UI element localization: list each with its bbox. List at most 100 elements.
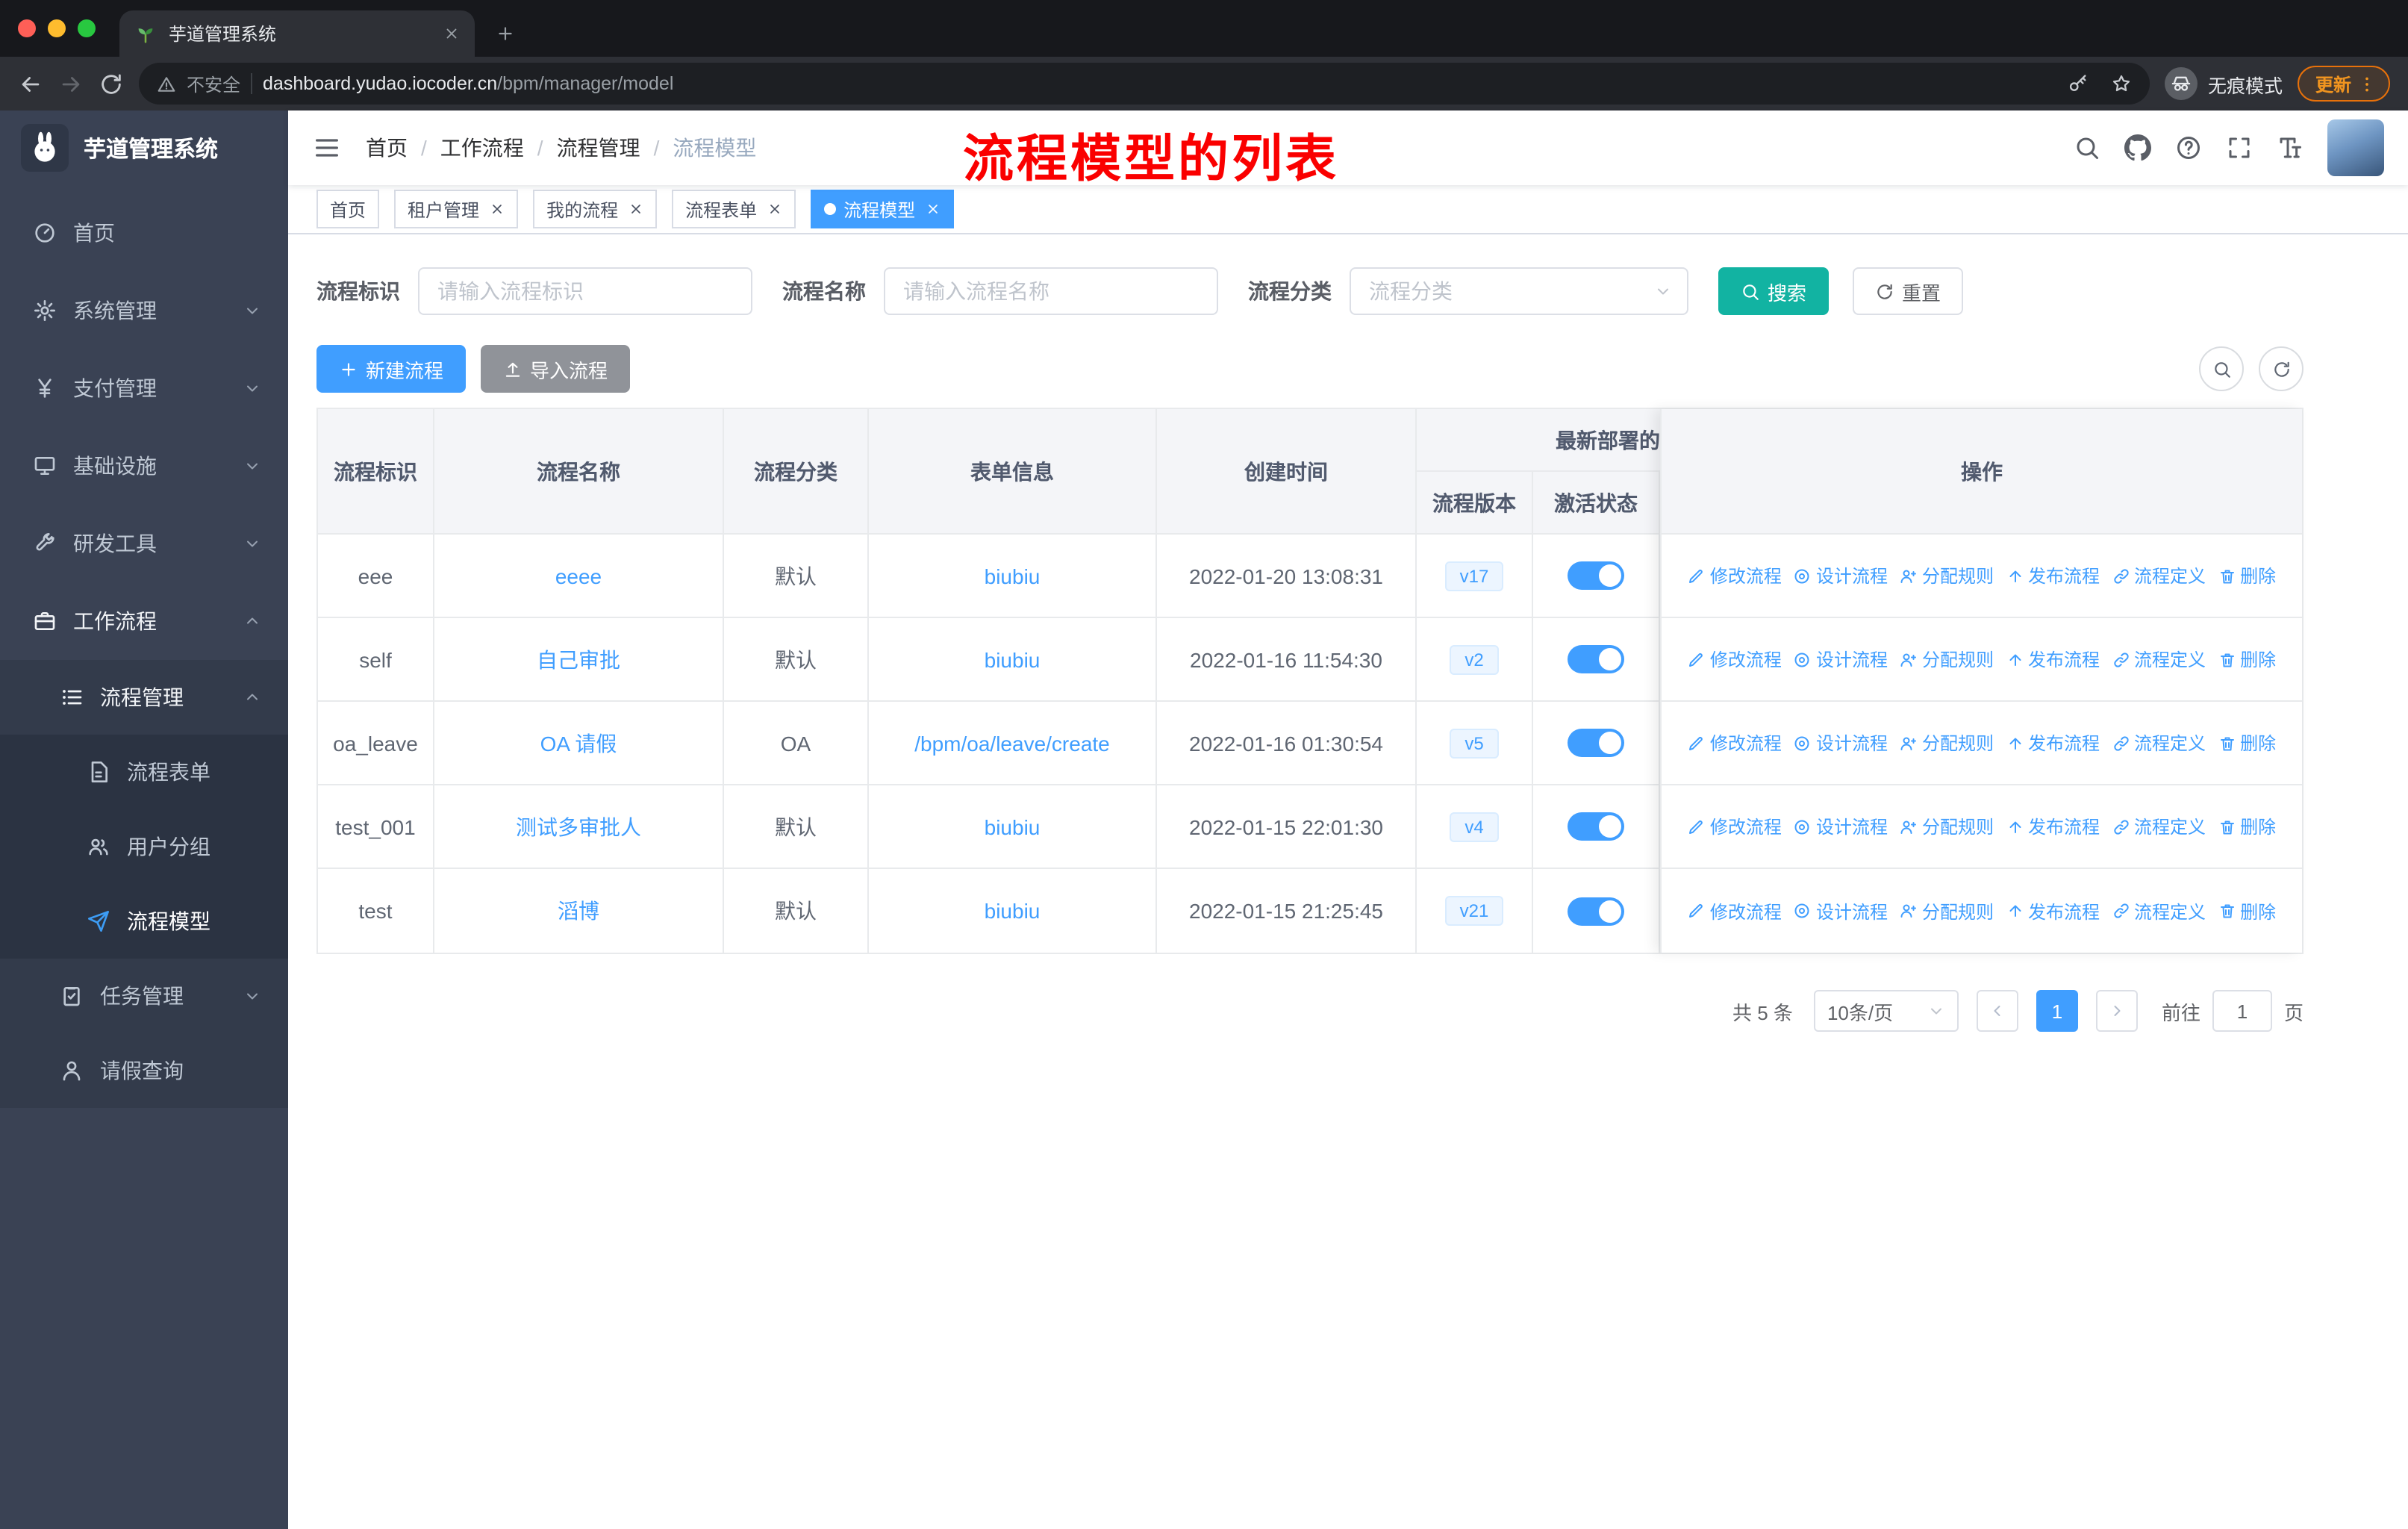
- reset-button[interactable]: 重置: [1853, 267, 1964, 315]
- row-action-edit[interactable]: 修改流程: [1688, 814, 1782, 839]
- row-action-definition[interactable]: 流程定义: [2112, 647, 2206, 672]
- process-name-link[interactable]: eeee: [555, 564, 602, 588]
- process-name-input[interactable]: [884, 267, 1218, 315]
- row-action-design[interactable]: 设计流程: [1794, 563, 1888, 588]
- process-key-input[interactable]: [418, 267, 752, 315]
- tab-close-icon[interactable]: [443, 25, 460, 42]
- row-action-assign[interactable]: 分配规则: [1900, 647, 1994, 672]
- row-action-publish[interactable]: 发布流程: [2006, 814, 2100, 839]
- active-toggle[interactable]: [1568, 897, 1624, 925]
- search-button[interactable]: 搜索: [1718, 267, 1830, 315]
- process-name-link[interactable]: 滔博: [558, 899, 599, 923]
- update-browser-button[interactable]: 更新: [2297, 66, 2390, 102]
- form-link[interactable]: biubiu: [985, 647, 1041, 671]
- row-action-edit[interactable]: 修改流程: [1688, 563, 1782, 588]
- tag-my-process[interactable]: 我的流程: [533, 190, 658, 228]
- tag-home[interactable]: 首页: [316, 190, 380, 228]
- close-tag-icon[interactable]: [926, 202, 941, 217]
- row-action-publish[interactable]: 发布流程: [2006, 730, 2100, 756]
- row-action-edit[interactable]: 修改流程: [1688, 898, 1782, 924]
- toggle-search-button[interactable]: [2199, 346, 2244, 391]
- font-size-icon[interactable]: [2277, 134, 2303, 161]
- address-bar[interactable]: 不安全 dashboard.yudao.iocoder.cn/bpm/manag…: [139, 63, 2150, 105]
- row-action-design[interactable]: 设计流程: [1794, 814, 1888, 839]
- sidebar-item-infrastructure[interactable]: 基础设施: [0, 427, 288, 505]
- row-action-delete[interactable]: 删除: [2218, 814, 2276, 839]
- browser-menu-icon[interactable]: [2357, 74, 2377, 93]
- form-link[interactable]: /bpm/oa/leave/create: [914, 731, 1110, 755]
- sidebar-item-leave-query[interactable]: 请假查询: [0, 1033, 288, 1108]
- back-button[interactable]: [18, 71, 43, 96]
- process-name-link[interactable]: 自己审批: [537, 647, 620, 671]
- sidebar-item-user-group[interactable]: 用户分组: [0, 809, 288, 884]
- row-action-design[interactable]: 设计流程: [1794, 730, 1888, 756]
- sidebar-item-home[interactable]: 首页: [0, 194, 288, 272]
- current-page-button[interactable]: 1: [2036, 990, 2078, 1032]
- sidebar-item-process-management[interactable]: 流程管理: [0, 660, 288, 735]
- bookmark-star-icon[interactable]: [2111, 73, 2132, 94]
- app-logo[interactable]: 芋道管理系统: [0, 110, 288, 185]
- refresh-table-button[interactable]: [2259, 346, 2303, 391]
- reload-button[interactable]: [99, 71, 124, 96]
- active-toggle[interactable]: [1568, 645, 1624, 673]
- tag-process-form[interactable]: 流程表单: [672, 190, 796, 228]
- sidebar-item-workflow[interactable]: 工作流程: [0, 582, 288, 660]
- sidebar-item-task-management[interactable]: 任务管理: [0, 959, 288, 1033]
- breadcrumb-item[interactable]: 流程管理: [557, 133, 640, 163]
- forward-button[interactable]: [58, 71, 84, 96]
- row-action-edit[interactable]: 修改流程: [1688, 647, 1782, 672]
- new-tab-button[interactable]: [496, 24, 515, 43]
- tag-tenant-management[interactable]: 租户管理: [394, 190, 519, 228]
- window-minimize-button[interactable]: [48, 19, 66, 37]
- active-toggle[interactable]: [1568, 561, 1624, 590]
- header-search-icon[interactable]: [2074, 134, 2100, 161]
- tag-process-model[interactable]: 流程模型: [811, 190, 955, 228]
- sidebar-item-process-form[interactable]: 流程表单: [0, 735, 288, 809]
- passwords-key-icon[interactable]: [2068, 73, 2089, 94]
- page-size-select[interactable]: 10条/页: [1813, 990, 1959, 1032]
- process-name-link[interactable]: 测试多审批人: [516, 815, 641, 838]
- row-action-edit[interactable]: 修改流程: [1688, 730, 1782, 756]
- row-action-definition[interactable]: 流程定义: [2112, 563, 2206, 588]
- close-tag-icon[interactable]: [628, 202, 643, 217]
- row-action-assign[interactable]: 分配规则: [1900, 814, 1994, 839]
- form-link[interactable]: biubiu: [985, 564, 1041, 588]
- active-toggle[interactable]: [1568, 812, 1624, 841]
- row-action-delete[interactable]: 删除: [2218, 898, 2276, 924]
- form-link[interactable]: biubiu: [985, 815, 1041, 838]
- form-link[interactable]: biubiu: [985, 899, 1041, 923]
- active-toggle[interactable]: [1568, 729, 1624, 757]
- fullscreen-icon[interactable]: [2226, 134, 2253, 161]
- import-process-button[interactable]: 导入流程: [481, 345, 631, 393]
- row-action-delete[interactable]: 删除: [2218, 730, 2276, 756]
- window-close-button[interactable]: [18, 19, 36, 37]
- user-avatar[interactable]: [2327, 119, 2384, 176]
- create-process-button[interactable]: 新建流程: [316, 345, 467, 393]
- help-icon[interactable]: [2175, 134, 2202, 161]
- prev-page-button[interactable]: [1976, 990, 2018, 1032]
- breadcrumb-item[interactable]: 首页: [366, 133, 408, 163]
- github-icon[interactable]: [2124, 134, 2151, 161]
- row-action-publish[interactable]: 发布流程: [2006, 898, 2100, 924]
- next-page-button[interactable]: [2095, 990, 2138, 1032]
- row-action-assign[interactable]: 分配规则: [1900, 730, 1994, 756]
- row-action-publish[interactable]: 发布流程: [2006, 563, 2100, 588]
- row-action-delete[interactable]: 删除: [2218, 563, 2276, 588]
- process-name-link[interactable]: OA 请假: [540, 731, 617, 755]
- hamburger-icon[interactable]: [312, 133, 342, 163]
- row-action-definition[interactable]: 流程定义: [2112, 814, 2206, 839]
- row-action-definition[interactable]: 流程定义: [2112, 730, 2206, 756]
- window-zoom-button[interactable]: [78, 19, 96, 37]
- row-action-design[interactable]: 设计流程: [1794, 898, 1888, 924]
- row-action-definition[interactable]: 流程定义: [2112, 898, 2206, 924]
- sidebar-item-devtools[interactable]: 研发工具: [0, 505, 288, 582]
- browser-tab[interactable]: 芋道管理系统: [119, 10, 475, 57]
- close-tag-icon[interactable]: [767, 202, 782, 217]
- row-action-delete[interactable]: 删除: [2218, 647, 2276, 672]
- goto-page-input[interactable]: [2212, 990, 2272, 1032]
- sidebar-item-system[interactable]: 系统管理: [0, 272, 288, 349]
- row-action-publish[interactable]: 发布流程: [2006, 647, 2100, 672]
- sidebar-item-process-model[interactable]: 流程模型: [0, 884, 288, 959]
- close-tag-icon[interactable]: [490, 202, 505, 217]
- row-action-assign[interactable]: 分配规则: [1900, 898, 1994, 924]
